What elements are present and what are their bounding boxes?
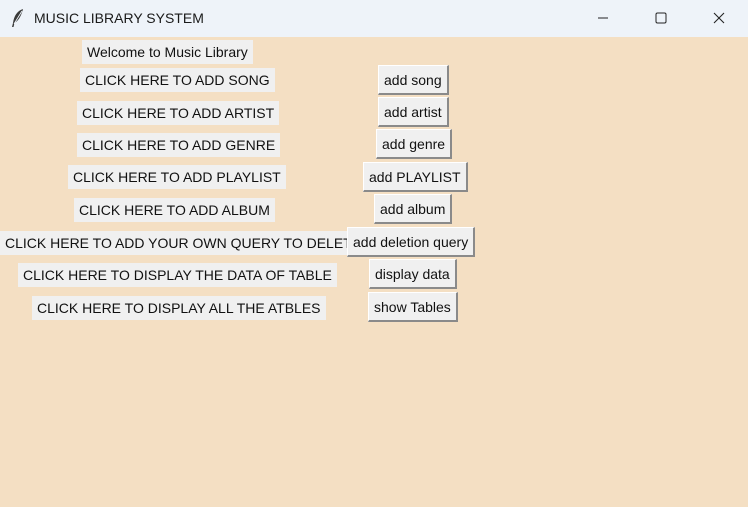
add-song-button[interactable]: add song: [378, 65, 449, 95]
add-genre-label: CLICK HERE TO ADD GENRE: [77, 133, 281, 157]
display-data-button[interactable]: display data: [369, 259, 457, 289]
display-table-data-label: CLICK HERE TO DISPLAY THE DATA OF TABLE: [18, 263, 337, 287]
display-all-tables-label: CLICK HERE TO DISPLAY ALL THE ATBLES: [32, 296, 326, 320]
window-title: MUSIC LIBRARY SYSTEM: [34, 10, 204, 26]
app-window: MUSIC LIBRARY SYSTEM Welcome to Music Li…: [0, 0, 748, 507]
add-deletion-query-button[interactable]: add deletion query: [347, 227, 476, 257]
add-playlist-label: CLICK HERE TO ADD PLAYLIST: [68, 165, 286, 189]
add-album-label: CLICK HERE TO ADD ALBUM: [74, 198, 275, 222]
close-button[interactable]: [696, 0, 742, 37]
maximize-button[interactable]: [638, 0, 684, 37]
minimize-button[interactable]: [580, 0, 626, 37]
close-icon: [713, 9, 725, 28]
show-tables-button[interactable]: show Tables: [368, 292, 458, 322]
add-song-label: CLICK HERE TO ADD SONG: [80, 68, 275, 92]
maximize-icon: [655, 9, 667, 28]
feather-icon: [10, 8, 26, 28]
add-genre-button[interactable]: add genre: [376, 129, 453, 159]
add-artist-label: CLICK HERE TO ADD ARTIST: [77, 101, 280, 125]
welcome-label: Welcome to Music Library: [82, 40, 253, 64]
add-deletion-query-label: CLICK HERE TO ADD YOUR OWN QUERY TO DELE…: [0, 231, 367, 255]
add-playlist-button[interactable]: add PLAYLIST: [363, 162, 468, 192]
add-album-button[interactable]: add album: [374, 194, 453, 224]
title-bar[interactable]: MUSIC LIBRARY SYSTEM: [0, 0, 748, 37]
minimize-icon: [597, 9, 609, 28]
add-artist-button[interactable]: add artist: [378, 97, 449, 127]
